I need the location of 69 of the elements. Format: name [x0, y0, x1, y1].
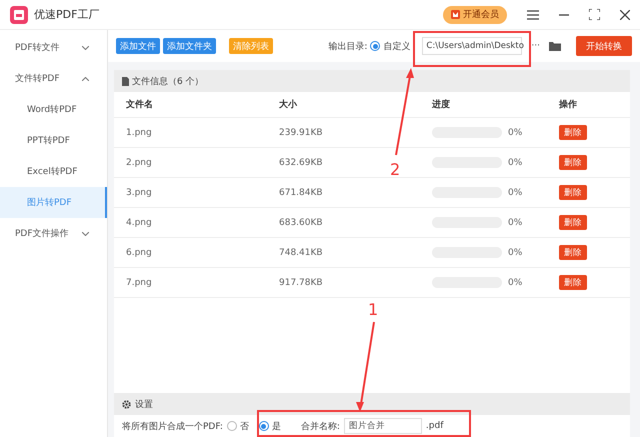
file-size: 239.91KB	[279, 128, 324, 138]
radio-button[interactable]	[226, 421, 237, 431]
settings-title: 设置	[135, 398, 153, 410]
delete-button[interactable]: 删除	[559, 275, 587, 290]
file-size: 917.78KB	[279, 278, 324, 288]
sidebar-item[interactable]: Word转PDF	[0, 94, 107, 125]
column-header: 进度	[432, 98, 451, 111]
progress-percent: 0%	[508, 158, 522, 168]
sidebar-group[interactable]: 文件转PDF	[0, 63, 107, 94]
merge-label: 将所有图片合成一个PDF:	[122, 420, 223, 432]
progress-percent: 0%	[508, 278, 522, 288]
chevron-icon	[82, 76, 89, 80]
app-title: 优速PDF工厂	[34, 7, 100, 22]
file-size: 683.60KB	[279, 218, 324, 228]
folder-icon[interactable]	[549, 41, 561, 51]
file-size: 748.41KB	[279, 248, 324, 258]
column-header: 操作	[559, 98, 578, 111]
merge-name-field[interactable]: 图片合并	[344, 418, 422, 434]
file-size: 671.84KB	[279, 188, 324, 198]
vip-button[interactable]: 开通会员	[443, 6, 507, 24]
annotation-number: 1	[368, 300, 378, 319]
start-button[interactable]: 开始转换	[576, 36, 632, 56]
suffix-label: .pdf	[426, 421, 444, 431]
option-label: 是	[272, 420, 281, 432]
chevron-icon	[82, 232, 89, 236]
delete-button[interactable]: 删除	[559, 125, 587, 140]
radio-button[interactable]	[258, 421, 269, 431]
radio-label: 自定义	[383, 40, 410, 52]
delete-button[interactable]: 删除	[559, 185, 587, 200]
file-size: 632.69KB	[279, 158, 324, 168]
more-button[interactable]: ···	[531, 41, 540, 51]
sidebar-group[interactable]: PDF转文件	[0, 32, 107, 63]
progress-percent: 0%	[508, 248, 522, 258]
file-name: 1.png	[126, 128, 153, 138]
close-icon[interactable]	[620, 10, 630, 20]
radio-button[interactable]	[370, 41, 380, 51]
document-icon	[122, 76, 129, 86]
file-name: 2.png	[126, 158, 153, 168]
file-name: 3.png	[126, 188, 153, 198]
fullscreen-icon[interactable]	[589, 9, 600, 20]
delete-button[interactable]: 删除	[559, 155, 587, 170]
toolbar-button[interactable]: 清除列表	[229, 38, 273, 54]
progress-percent: 0%	[508, 218, 522, 228]
file-name: 6.png	[126, 248, 153, 258]
delete-button[interactable]: 删除	[559, 245, 587, 260]
file-name: 4.png	[126, 218, 153, 228]
panel-title: 文件信息（6 个）	[132, 76, 204, 88]
output-label: 输出目录:	[328, 40, 368, 52]
sidebar-item[interactable]: Excel转PDF	[0, 156, 107, 187]
progress-percent: 0%	[508, 188, 522, 198]
option-label: 否	[240, 420, 249, 432]
sidebar-item[interactable]: PPT转PDF	[0, 125, 107, 156]
progress-percent: 0%	[508, 128, 522, 138]
chevron-icon	[82, 46, 89, 50]
menu-icon[interactable]	[527, 10, 539, 20]
toolbar-button[interactable]: 添加文件	[116, 38, 160, 54]
column-header: 大小	[279, 98, 298, 111]
gear-icon	[122, 400, 131, 408]
column-header: 文件名	[126, 98, 154, 111]
sidebar-group[interactable]: PDF文件操作	[0, 218, 107, 249]
annotation-number: 2	[390, 160, 400, 179]
file-name: 7.png	[126, 278, 153, 288]
toolbar-button[interactable]: 添加文件夹	[163, 38, 216, 54]
name-label: 合并名称:	[300, 420, 340, 432]
output-path-field[interactable]: C:\Users\admin\Deskto	[422, 37, 522, 55]
delete-button[interactable]: 删除	[559, 215, 587, 230]
app-logo-icon	[10, 6, 28, 24]
sidebar-item[interactable]: 图片转PDF	[0, 187, 107, 218]
minimize-icon[interactable]	[559, 14, 569, 16]
